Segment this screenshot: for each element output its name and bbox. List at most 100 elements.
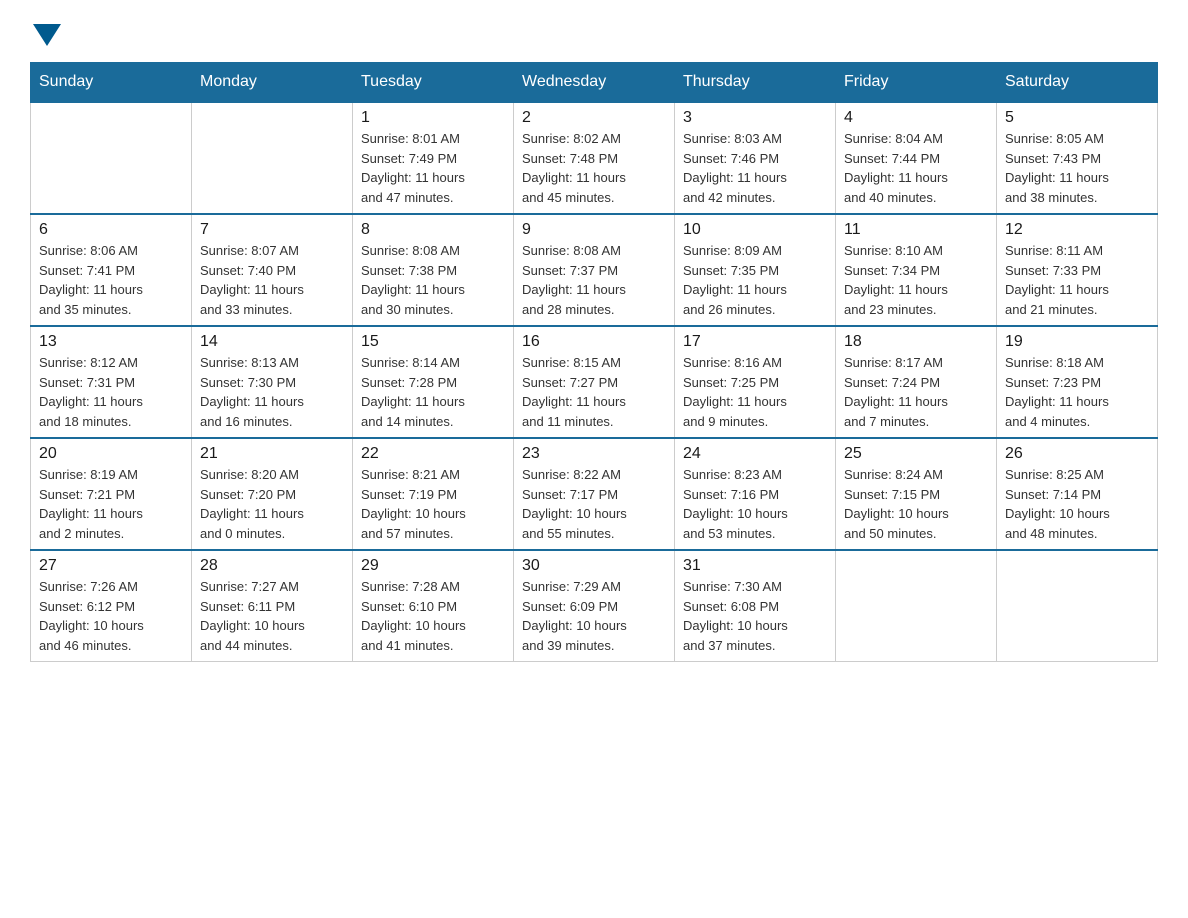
- day-number: 27: [39, 557, 183, 575]
- calendar-cell: 24 Sunrise: 8:23 AMSunset: 7:16 PMDayligh…: [675, 438, 836, 550]
- day-number: 1: [361, 109, 505, 127]
- day-info: Sunrise: 8:16 AMSunset: 7:25 PMDaylight:…: [683, 353, 827, 431]
- calendar-cell: 11Sunrise: 8:10 AMSunset: 7:34 PMDayligh…: [836, 214, 997, 326]
- calendar-cell: 14 Sunrise: 8:13 AMSunset: 7:30 PMDayligh…: [192, 326, 353, 438]
- calendar-cell: 3 Sunrise: 8:03 AMSunset: 7:46 PMDaylight…: [675, 102, 836, 214]
- day-info: Sunrise: 8:06 AMSunset: 7:41 PMDaylight:…: [39, 241, 183, 319]
- day-number: 12: [1005, 221, 1149, 239]
- day-number: 2: [522, 109, 666, 127]
- day-info: Sunrise: 7:29 AMSunset: 6:09 PMDaylight:…: [522, 577, 666, 655]
- logo-top: [30, 20, 63, 46]
- page-header: [30, 20, 1158, 42]
- calendar-cell: 29Sunrise: 7:28 AMSunset: 6:10 PMDayligh…: [353, 550, 514, 662]
- day-number: 24: [683, 445, 827, 463]
- day-number: 18: [844, 333, 988, 351]
- day-number: 3: [683, 109, 827, 127]
- day-info: Sunrise: 8:21 AMSunset: 7:19 PMDaylight:…: [361, 465, 505, 543]
- day-info: Sunrise: 8:14 AMSunset: 7:28 PMDaylight:…: [361, 353, 505, 431]
- day-number: 22: [361, 445, 505, 463]
- calendar-cell: [997, 550, 1158, 662]
- calendar-cell: 28 Sunrise: 7:27 AMSunset: 6:11 PMDayligh…: [192, 550, 353, 662]
- day-info: Sunrise: 8:01 AMSunset: 7:49 PMDaylight:…: [361, 129, 505, 207]
- day-info: Sunrise: 8:22 AMSunset: 7:17 PMDaylight:…: [522, 465, 666, 543]
- calendar-cell: 4 Sunrise: 8:04 AMSunset: 7:44 PMDaylight…: [836, 102, 997, 214]
- calendar-cell: 8Sunrise: 8:08 AMSunset: 7:38 PMDaylight…: [353, 214, 514, 326]
- day-info: Sunrise: 8:13 AMSunset: 7:30 PMDaylight:…: [200, 353, 344, 431]
- calendar-cell: 2 Sunrise: 8:02 AMSunset: 7:48 PMDaylight…: [514, 102, 675, 214]
- day-number: 7: [200, 221, 344, 239]
- calendar-week-row: 20 Sunrise: 8:19 AMSunset: 7:21 PMDayligh…: [31, 438, 1158, 550]
- day-number: 21: [200, 445, 344, 463]
- logo-triangle-icon: [33, 24, 61, 46]
- day-number: 23: [522, 445, 666, 463]
- day-number: 9: [522, 221, 666, 239]
- calendar-cell: 18Sunrise: 8:17 AMSunset: 7:24 PMDayligh…: [836, 326, 997, 438]
- day-info: Sunrise: 8:02 AMSunset: 7:48 PMDaylight:…: [522, 129, 666, 207]
- calendar-week-row: 1 Sunrise: 8:01 AMSunset: 7:49 PMDaylight…: [31, 102, 1158, 214]
- calendar-cell: 21 Sunrise: 8:20 AMSunset: 7:20 PMDayligh…: [192, 438, 353, 550]
- day-number: 17: [683, 333, 827, 351]
- day-info: Sunrise: 8:08 AMSunset: 7:37 PMDaylight:…: [522, 241, 666, 319]
- day-number: 14: [200, 333, 344, 351]
- day-info: Sunrise: 8:25 AMSunset: 7:14 PMDaylight:…: [1005, 465, 1149, 543]
- calendar-cell: 27Sunrise: 7:26 AMSunset: 6:12 PMDayligh…: [31, 550, 192, 662]
- calendar-cell: 19 Sunrise: 8:18 AMSunset: 7:23 PMDayligh…: [997, 326, 1158, 438]
- column-header-saturday: Saturday: [997, 63, 1158, 103]
- day-number: 10: [683, 221, 827, 239]
- calendar-header-row: SundayMondayTuesdayWednesdayThursdayFrid…: [31, 63, 1158, 103]
- day-number: 5: [1005, 109, 1149, 127]
- calendar-cell: 10Sunrise: 8:09 AMSunset: 7:35 PMDayligh…: [675, 214, 836, 326]
- calendar-cell: 23 Sunrise: 8:22 AMSunset: 7:17 PMDayligh…: [514, 438, 675, 550]
- day-number: 4: [844, 109, 988, 127]
- calendar-cell: 6Sunrise: 8:06 AMSunset: 7:41 PMDaylight…: [31, 214, 192, 326]
- column-header-thursday: Thursday: [675, 63, 836, 103]
- day-info: Sunrise: 8:05 AMSunset: 7:43 PMDaylight:…: [1005, 129, 1149, 207]
- day-number: 19: [1005, 333, 1149, 351]
- day-number: 20: [39, 445, 183, 463]
- day-number: 31: [683, 557, 827, 575]
- day-info: Sunrise: 8:10 AMSunset: 7:34 PMDaylight:…: [844, 241, 988, 319]
- day-number: 30: [522, 557, 666, 575]
- day-info: Sunrise: 7:27 AMSunset: 6:11 PMDaylight:…: [200, 577, 344, 655]
- calendar-cell: 20 Sunrise: 8:19 AMSunset: 7:21 PMDayligh…: [31, 438, 192, 550]
- calendar-cell: 17 Sunrise: 8:16 AMSunset: 7:25 PMDayligh…: [675, 326, 836, 438]
- calendar-cell: 30 Sunrise: 7:29 AMSunset: 6:09 PMDayligh…: [514, 550, 675, 662]
- day-number: 28: [200, 557, 344, 575]
- calendar-cell: 7 Sunrise: 8:07 AMSunset: 7:40 PMDaylight…: [192, 214, 353, 326]
- calendar-cell: 26 Sunrise: 8:25 AMSunset: 7:14 PMDayligh…: [997, 438, 1158, 550]
- column-header-monday: Monday: [192, 63, 353, 103]
- day-info: Sunrise: 8:12 AMSunset: 7:31 PMDaylight:…: [39, 353, 183, 431]
- calendar-table: SundayMondayTuesdayWednesdayThursdayFrid…: [30, 62, 1158, 662]
- day-info: Sunrise: 8:18 AMSunset: 7:23 PMDaylight:…: [1005, 353, 1149, 431]
- day-info: Sunrise: 8:20 AMSunset: 7:20 PMDaylight:…: [200, 465, 344, 543]
- column-header-friday: Friday: [836, 63, 997, 103]
- calendar-cell: 25 Sunrise: 8:24 AMSunset: 7:15 PMDayligh…: [836, 438, 997, 550]
- day-info: Sunrise: 8:03 AMSunset: 7:46 PMDaylight:…: [683, 129, 827, 207]
- day-info: Sunrise: 7:30 AMSunset: 6:08 PMDaylight:…: [683, 577, 827, 655]
- calendar-cell: [31, 102, 192, 214]
- calendar-cell: 13 Sunrise: 8:12 AMSunset: 7:31 PMDayligh…: [31, 326, 192, 438]
- calendar-cell: 15 Sunrise: 8:14 AMSunset: 7:28 PMDayligh…: [353, 326, 514, 438]
- calendar-cell: 5 Sunrise: 8:05 AMSunset: 7:43 PMDaylight…: [997, 102, 1158, 214]
- logo: [30, 20, 63, 42]
- day-number: 26: [1005, 445, 1149, 463]
- column-header-sunday: Sunday: [31, 63, 192, 103]
- calendar-cell: [192, 102, 353, 214]
- day-info: Sunrise: 8:11 AMSunset: 7:33 PMDaylight:…: [1005, 241, 1149, 319]
- day-info: Sunrise: 8:19 AMSunset: 7:21 PMDaylight:…: [39, 465, 183, 543]
- calendar-cell: 16Sunrise: 8:15 AMSunset: 7:27 PMDayligh…: [514, 326, 675, 438]
- day-info: Sunrise: 8:04 AMSunset: 7:44 PMDaylight:…: [844, 129, 988, 207]
- calendar-week-row: 13 Sunrise: 8:12 AMSunset: 7:31 PMDayligh…: [31, 326, 1158, 438]
- calendar-week-row: 27Sunrise: 7:26 AMSunset: 6:12 PMDayligh…: [31, 550, 1158, 662]
- calendar-cell: 9 Sunrise: 8:08 AMSunset: 7:37 PMDaylight…: [514, 214, 675, 326]
- day-number: 13: [39, 333, 183, 351]
- day-number: 29: [361, 557, 505, 575]
- calendar-cell: 31 Sunrise: 7:30 AMSunset: 6:08 PMDayligh…: [675, 550, 836, 662]
- day-info: Sunrise: 8:07 AMSunset: 7:40 PMDaylight:…: [200, 241, 344, 319]
- day-number: 15: [361, 333, 505, 351]
- day-info: Sunrise: 8:24 AMSunset: 7:15 PMDaylight:…: [844, 465, 988, 543]
- day-number: 25: [844, 445, 988, 463]
- calendar-cell: 22 Sunrise: 8:21 AMSunset: 7:19 PMDayligh…: [353, 438, 514, 550]
- day-info: Sunrise: 8:23 AMSunset: 7:16 PMDaylight:…: [683, 465, 827, 543]
- day-number: 16: [522, 333, 666, 351]
